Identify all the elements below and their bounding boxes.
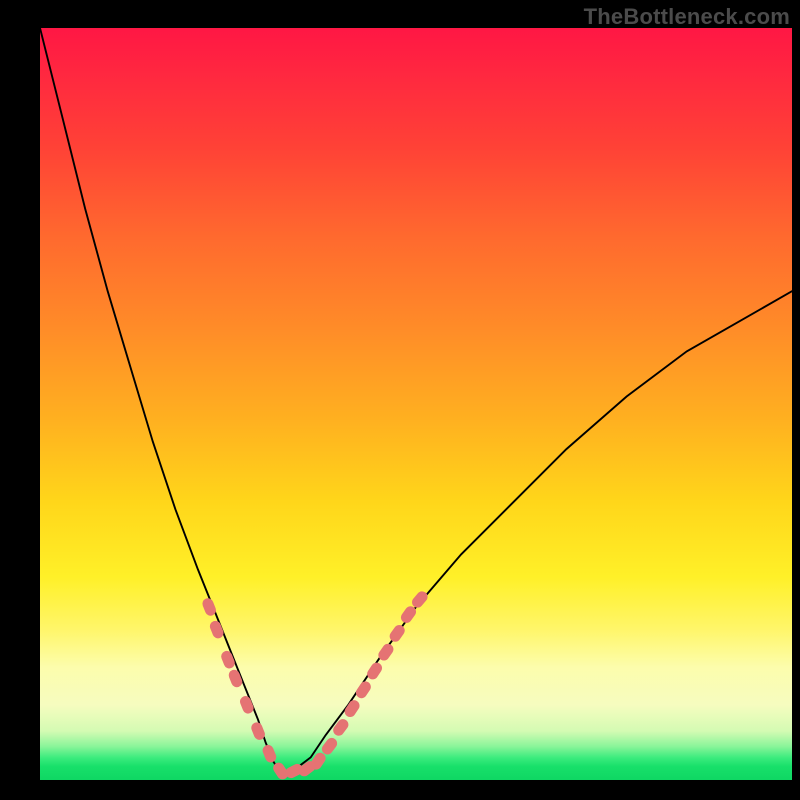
highlight-marker — [354, 679, 373, 700]
highlight-marker — [261, 743, 278, 764]
highlight-marker — [208, 619, 225, 640]
plot-area — [40, 28, 792, 780]
curve-svg — [40, 28, 792, 780]
highlight-marker — [238, 694, 255, 715]
highlight-marker — [227, 668, 244, 689]
highlight-marker — [365, 660, 384, 681]
highlight-marker — [331, 717, 351, 738]
highlight-marker — [220, 649, 237, 670]
bottleneck-curve — [40, 28, 792, 773]
watermark-text: TheBottleneck.com — [584, 4, 790, 30]
highlight-marker — [387, 623, 406, 644]
chart-frame: TheBottleneck.com — [0, 0, 800, 800]
